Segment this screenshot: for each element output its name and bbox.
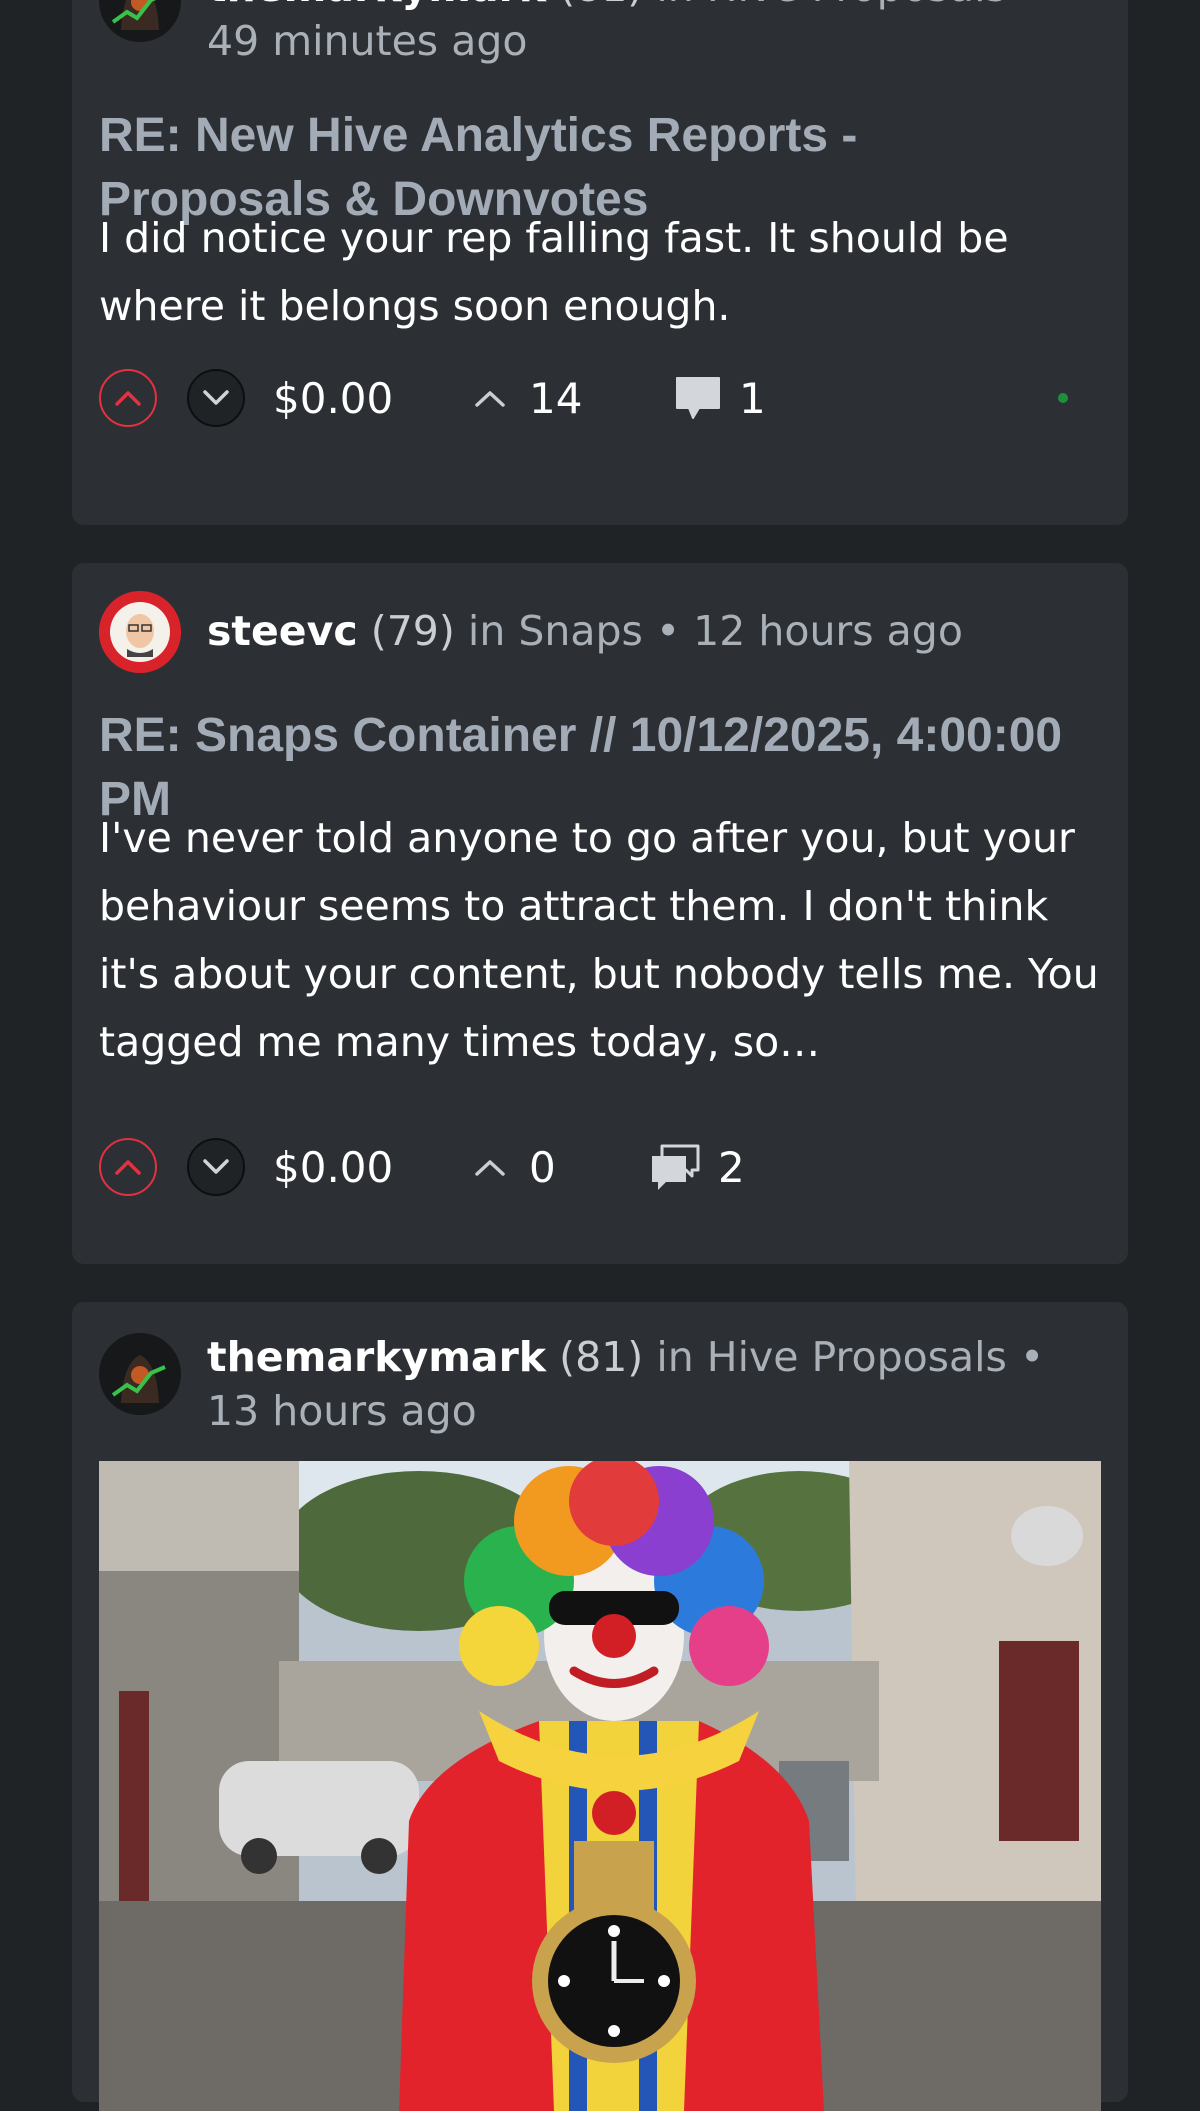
comments-button[interactable]: 2 [648, 1142, 745, 1192]
avatar[interactable] [99, 591, 181, 673]
avatar[interactable] [99, 0, 181, 42]
chevron-down-icon [203, 390, 229, 405]
author-reputation: (81) [559, 1333, 644, 1381]
vote-count-value: 0 [529, 1142, 556, 1192]
post-meta: steevc (79) in Snaps • 12 hours ago [207, 604, 963, 658]
chevron-down-icon [203, 1159, 229, 1174]
in-label: in [656, 1333, 694, 1381]
author-name[interactable]: themarkymark [207, 0, 546, 11]
hooded-figure-icon [99, 0, 181, 42]
speech-bubbles-icon [648, 1142, 702, 1192]
payout-value[interactable]: $0.00 [273, 1143, 473, 1192]
community-link[interactable]: Hive Proposals [707, 0, 1007, 11]
caret-up-icon [473, 1156, 507, 1178]
vote-count[interactable]: 14 [473, 374, 673, 423]
post-header: themarkymark (81) in Hive Proposals • 49… [99, 0, 1068, 68]
avatar[interactable] [99, 1333, 181, 1415]
post-time: 49 minutes ago [207, 17, 528, 65]
vote-count[interactable]: 0 [473, 1143, 648, 1192]
post-actions: $0.00 14 1 [99, 366, 1088, 430]
in-label: in [656, 0, 693, 11]
post-meta: themarkymark (81) in Hive Proposals • 13… [207, 1330, 1068, 1438]
post-body[interactable]: I did notice your rep falling fast. It s… [99, 204, 1108, 340]
author-name[interactable]: themarkymark [207, 1333, 546, 1381]
post-card[interactable]: themarkymark (81) in Hive Proposals • 13… [72, 1302, 1128, 2111]
in-label: in [467, 607, 506, 655]
meta-separator: • [1020, 0, 1044, 11]
post-body[interactable]: I've never told anyone to go after you, … [99, 804, 1108, 1076]
vote-count-value: 14 [529, 373, 583, 423]
clown-photo-image [99, 1461, 1101, 2111]
downvote-button[interactable] [187, 369, 245, 427]
post-meta: themarkymark (81) in Hive Proposals • 49… [207, 0, 1068, 68]
author-reputation: (79) [370, 607, 455, 655]
post-header: themarkymark (81) in Hive Proposals • 13… [99, 1330, 1068, 1438]
post-actions: $0.00 0 2 [99, 1135, 1088, 1199]
hooded-figure-icon [99, 1333, 181, 1415]
caret-up-icon [473, 387, 507, 409]
meta-separator: • [1019, 1333, 1045, 1381]
post-time: 12 hours ago [693, 607, 963, 655]
post-card[interactable]: steevc (79) in Snaps • 12 hours ago RE: … [72, 563, 1128, 1264]
community-link[interactable]: Hive Proposals [707, 1333, 1007, 1381]
comments-button[interactable]: 1 [673, 374, 766, 423]
online-indicator [1058, 393, 1068, 403]
comment-count: 2 [718, 1142, 745, 1192]
post-header: steevc (79) in Snaps • 12 hours ago [99, 591, 1068, 673]
meta-separator: • [655, 607, 681, 655]
speech-bubble-icon [673, 374, 723, 422]
payout-value[interactable]: $0.00 [273, 374, 473, 423]
upvote-button[interactable] [99, 1138, 157, 1196]
author-reputation: (81) [559, 0, 643, 11]
cartoon-portrait-icon [99, 591, 181, 673]
downvote-button[interactable] [187, 1138, 245, 1196]
author-name[interactable]: steevc [207, 607, 358, 655]
post-image[interactable] [99, 1461, 1101, 2111]
community-link[interactable]: Snaps [518, 607, 643, 655]
post-time: 13 hours ago [207, 1387, 477, 1435]
upvote-button[interactable] [99, 369, 157, 427]
comment-count: 1 [739, 373, 766, 423]
chevron-up-icon [115, 391, 141, 406]
post-card[interactable]: themarkymark (81) in Hive Proposals • 49… [72, 0, 1128, 525]
chevron-up-icon [115, 1160, 141, 1175]
